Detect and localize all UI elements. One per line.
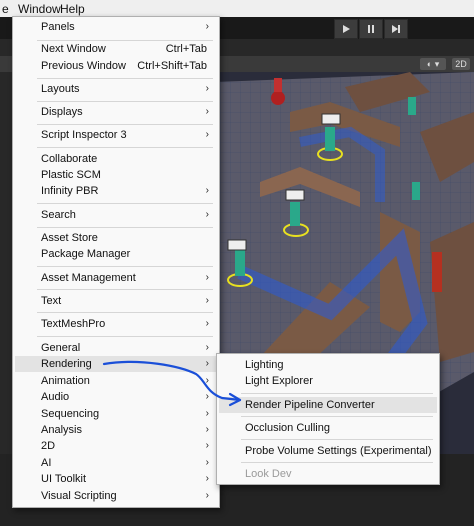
- menu-item-plastic-scm[interactable]: Plastic SCM: [15, 167, 217, 183]
- menu-item-layouts[interactable]: Layouts ›: [15, 81, 217, 97]
- menu-divider: [37, 227, 213, 228]
- menu-divider: [37, 289, 213, 290]
- gizmo-toggle[interactable]: ◐ ▾: [420, 58, 446, 70]
- chevron-right-icon: ›: [205, 342, 209, 353]
- chevron-right-icon: ›: [205, 408, 209, 419]
- menu-divider: [37, 78, 213, 79]
- menu-window[interactable]: Window: [18, 2, 61, 16]
- menu-item-text[interactable]: Text ›: [15, 293, 217, 309]
- chevron-right-icon: ›: [205, 318, 209, 329]
- submenu-item-probe-volume-settings[interactable]: Probe Volume Settings (Experimental): [219, 443, 437, 459]
- menu-divider: [241, 439, 433, 440]
- menu-item-visual-scripting[interactable]: Visual Scripting ›: [15, 488, 217, 504]
- chevron-right-icon: ›: [205, 295, 209, 306]
- menu-item-audio[interactable]: Audio ›: [15, 389, 217, 405]
- menu-item-collaborate[interactable]: Collaborate: [15, 151, 217, 167]
- menu-divider: [241, 393, 433, 394]
- submenu-item-render-pipeline-converter[interactable]: Render Pipeline Converter: [219, 397, 437, 413]
- menu-divider: [37, 312, 213, 313]
- menu-item-partial[interactable]: e: [2, 2, 9, 16]
- chevron-right-icon: ›: [205, 106, 209, 117]
- menu-item-asset-store[interactable]: Asset Store: [15, 230, 217, 246]
- menu-item-package-manager[interactable]: Package Manager: [15, 246, 217, 262]
- menu-item-2d[interactable]: 2D ›: [15, 438, 217, 454]
- menu-divider: [37, 101, 213, 102]
- mode-2d-button[interactable]: 2D: [452, 58, 470, 70]
- menu-divider: [241, 462, 433, 463]
- menu-item-asset-management[interactable]: Asset Management ›: [15, 270, 217, 286]
- chevron-right-icon: ›: [205, 457, 209, 468]
- menu-help[interactable]: Help: [60, 2, 85, 16]
- chevron-right-icon: ›: [205, 375, 209, 386]
- menu-item-ai[interactable]: AI ›: [15, 455, 217, 471]
- menu-item-infinity-pbr[interactable]: Infinity PBR ›: [15, 183, 217, 199]
- chevron-right-icon: ›: [205, 490, 209, 501]
- menu-item-previous-window[interactable]: Previous Window Ctrl+Shift+Tab: [15, 58, 217, 74]
- submenu-item-lighting[interactable]: Lighting: [219, 357, 437, 373]
- submenu-item-look-dev: Look Dev: [245, 468, 292, 480]
- play-icon[interactable]: [334, 19, 358, 39]
- menu-item-textmeshpro[interactable]: TextMeshPro ›: [15, 316, 217, 332]
- menu-item-panels[interactable]: Panels ›: [15, 19, 217, 35]
- chevron-right-icon: ›: [205, 440, 209, 451]
- chevron-right-icon: ›: [205, 129, 209, 140]
- chevron-right-icon: ›: [205, 83, 209, 94]
- menu-item-ui-toolkit[interactable]: UI Toolkit ›: [15, 471, 217, 487]
- pause-icon[interactable]: [359, 19, 383, 39]
- submenu-item-light-explorer[interactable]: Light Explorer: [219, 373, 437, 389]
- menu-item-rendering[interactable]: Rendering ›: [15, 356, 217, 372]
- menu-item-script-inspector[interactable]: Script Inspector 3 ›: [15, 127, 217, 143]
- menu-item-general[interactable]: General ›: [15, 340, 217, 356]
- menu-item-analysis[interactable]: Analysis ›: [15, 422, 217, 438]
- chevron-right-icon: ›: [205, 473, 209, 484]
- rendering-submenu: Lighting Light Explorer Render Pipeline …: [216, 353, 440, 485]
- chevron-right-icon: ›: [205, 209, 209, 220]
- submenu-item-occlusion-culling[interactable]: Occlusion Culling: [219, 420, 437, 436]
- window-menu: Panels › Next Window Ctrl+Tab Previous Win…: [12, 16, 220, 508]
- menu-item-search[interactable]: Search ›: [15, 207, 217, 223]
- menu-item-displays[interactable]: Displays ›: [15, 104, 217, 120]
- menu-item-next-window[interactable]: Next Window Ctrl+Tab: [15, 41, 217, 57]
- menu-item-sequencing[interactable]: Sequencing ›: [15, 406, 217, 422]
- menu-divider: [37, 147, 213, 148]
- chevron-right-icon: ›: [205, 21, 209, 32]
- menu-divider: [37, 266, 213, 267]
- menu-divider: [37, 203, 213, 204]
- menu-bar: e Window Help: [0, 0, 474, 17]
- menu-item-animation[interactable]: Animation ›: [15, 373, 217, 389]
- chevron-right-icon: ›: [205, 185, 209, 196]
- chevron-right-icon: ›: [205, 391, 209, 402]
- chevron-right-icon: ›: [205, 358, 209, 369]
- menu-divider: [37, 336, 213, 337]
- menu-divider: [37, 124, 213, 125]
- step-icon[interactable]: [384, 19, 408, 39]
- chevron-right-icon: ›: [205, 424, 209, 435]
- chevron-right-icon: ›: [205, 272, 209, 283]
- menu-divider: [241, 416, 433, 417]
